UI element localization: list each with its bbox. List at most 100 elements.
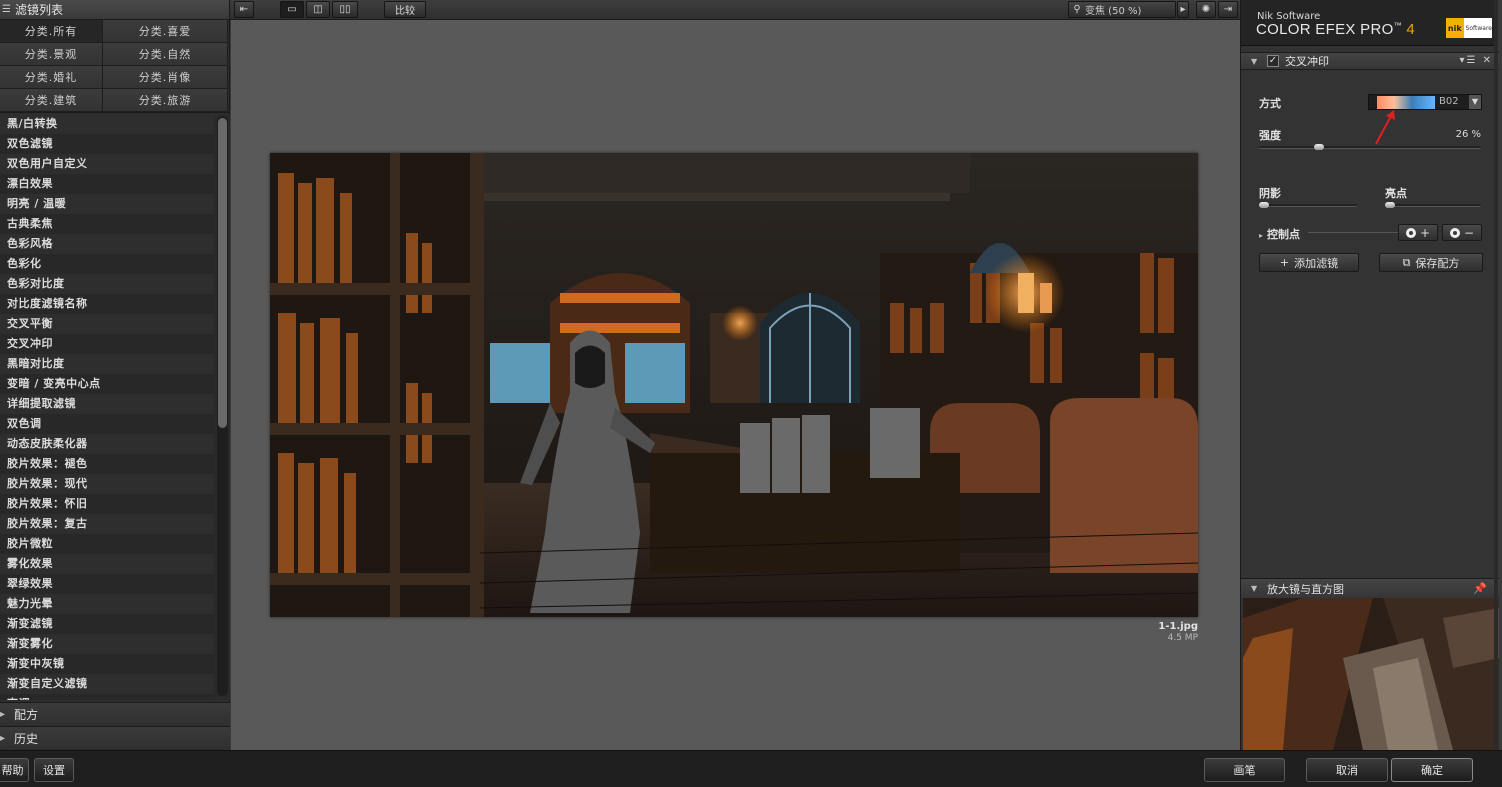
save-recipe-button[interactable]: ⧉ 保存配方: [1379, 253, 1483, 272]
filter-list-item[interactable]: 胶片效果：现代: [0, 474, 214, 494]
zoom-next-button[interactable]: ▸: [1177, 1, 1189, 18]
expand-icon: ▸: [0, 733, 6, 744]
split-view-button[interactable]: ◫: [306, 1, 330, 18]
category-travel-button[interactable]: 分类.旅游: [103, 89, 228, 112]
compare-button[interactable]: 比较: [384, 1, 426, 18]
filter-list-item[interactable]: 交叉平衡: [0, 314, 214, 334]
pin-icon[interactable]: 📌: [1473, 582, 1487, 595]
filter-controls-panel: Nik Software COLOR EFEX PRO™ 4 nik Softw…: [1240, 0, 1499, 750]
toggle-right-panel-button[interactable]: ⇥: [1218, 1, 1238, 18]
filter-list-item[interactable]: 交叉冲印: [0, 334, 214, 354]
collapse-arrow-icon[interactable]: ▼: [1251, 584, 1261, 593]
filter-header-controls[interactable]: ▾☰ ✕: [1459, 55, 1493, 66]
brush-button[interactable]: 画笔: [1204, 758, 1285, 782]
remove-control-point-button[interactable]: −: [1442, 224, 1482, 241]
plus-icon: +: [1419, 225, 1431, 240]
filter-menu-icon[interactable]: ▾☰: [1459, 55, 1477, 66]
category-grid: 分类.所有 分类.喜爱 分类.景观 分类.自然 分类.婚礼 分类.肖像 分类.建…: [0, 20, 229, 113]
control-points-section[interactable]: ▸ 控制点: [1259, 226, 1300, 242]
shadows-slider-knob[interactable]: [1259, 202, 1269, 208]
toggle-panel-button[interactable]: ⇤: [234, 1, 254, 18]
close-icon[interactable]: ✕: [1483, 55, 1493, 66]
category-favorites-button[interactable]: 分类.喜爱: [103, 20, 228, 43]
zoom-control[interactable]: ⚲ 变焦 (50 %): [1068, 1, 1176, 18]
right-panel-scrollbar[interactable]: [1494, 0, 1498, 750]
filter-list-item[interactable]: 渐变滤镜: [0, 614, 214, 634]
cancel-button[interactable]: 取消: [1306, 758, 1388, 782]
filter-list-item[interactable]: 双色滤镜: [0, 134, 214, 154]
category-portrait-button[interactable]: 分类.肖像: [103, 66, 228, 89]
strength-value: 26 %: [1455, 129, 1481, 140]
filter-list-header[interactable]: ☰ 滤镜列表: [0, 0, 229, 20]
chevron-down-icon[interactable]: ▼: [1469, 95, 1481, 109]
strength-slider-knob[interactable]: [1314, 144, 1324, 150]
filter-list-item[interactable]: 渐变雾化: [0, 634, 214, 654]
add-control-point-button[interactable]: +: [1398, 224, 1438, 241]
loupe-histogram-header[interactable]: ▼ 放大镜与直方图 📌: [1241, 578, 1499, 598]
filter-list-item[interactable]: 明亮 / 温暖: [0, 194, 214, 214]
filter-list-item[interactable]: 色彩对比度: [0, 274, 214, 294]
category-architecture-button[interactable]: 分类.建筑: [0, 89, 103, 112]
history-section[interactable]: ▸ 历史: [0, 726, 230, 750]
highlights-label: 亮点: [1385, 187, 1407, 200]
zoom-label: 变焦 (50 %): [1085, 6, 1142, 17]
save-recipe-icon: ⧉: [1402, 255, 1411, 269]
history-label: 历史: [14, 732, 39, 746]
filter-list-item[interactable]: 胶片效果：怀旧: [0, 494, 214, 514]
expand-icon: ▸: [0, 709, 6, 720]
filter-list-item[interactable]: 双色用户自定义: [0, 154, 214, 174]
loupe-preview[interactable]: [1243, 598, 1499, 750]
filter-list-item[interactable]: 古典柔焦: [0, 214, 214, 234]
filter-list-item[interactable]: 雾化效果: [0, 554, 214, 574]
category-nature-button[interactable]: 分类.自然: [103, 43, 228, 66]
active-filter-header[interactable]: ▼ ✓ 交叉冲印 ▾☰ ✕: [1241, 52, 1499, 70]
filter-list-item[interactable]: 黑暗对比度: [0, 354, 214, 374]
filter-list-scrollbar[interactable]: [217, 116, 228, 696]
brand-version: 4: [1406, 21, 1415, 38]
filter-list-item[interactable]: 详细提取滤镜: [0, 394, 214, 414]
help-button[interactable]: 帮助: [0, 758, 29, 782]
add-filter-button[interactable]: + 添加滤镜: [1259, 253, 1359, 272]
strength-slider[interactable]: [1259, 144, 1481, 150]
collapse-arrow-icon[interactable]: ▼: [1251, 57, 1261, 66]
filter-list-item[interactable]: 魅力光晕: [0, 594, 214, 614]
filter-list-item[interactable]: 色彩化: [0, 254, 214, 274]
filter-list-item[interactable]: 黑/白转换: [0, 114, 214, 134]
preview-image[interactable]: [270, 153, 1198, 617]
scrollbar-thumb[interactable]: [218, 118, 227, 428]
recipes-section[interactable]: ▸ 配方: [0, 702, 230, 726]
background-toggle-button[interactable]: ✺: [1196, 1, 1216, 18]
filter-list-item[interactable]: 高调: [0, 694, 214, 700]
minus-icon: −: [1463, 225, 1475, 240]
filter-list-item[interactable]: 色彩风格: [0, 234, 214, 254]
single-view-button[interactable]: ▭: [280, 1, 304, 18]
collapse-icon: ☰: [2, 4, 11, 15]
ok-button[interactable]: 确定: [1391, 758, 1473, 782]
settings-button[interactable]: 设置: [34, 758, 74, 782]
filter-list-item[interactable]: 胶片微粒: [0, 534, 214, 554]
side-by-side-view-button[interactable]: ▯▯: [332, 1, 358, 18]
filter-list-item[interactable]: 渐变中灰镜: [0, 654, 214, 674]
shadows-slider[interactable]: [1259, 202, 1357, 208]
category-all-button[interactable]: 分类.所有: [0, 20, 103, 43]
filter-list-item[interactable]: 对比度滤镜名称: [0, 294, 214, 314]
filter-list-item[interactable]: 翠绿效果: [0, 574, 214, 594]
highlights-slider[interactable]: [1385, 202, 1481, 208]
filter-list-item[interactable]: 渐变自定义滤镜: [0, 674, 214, 694]
search-icon: ⚲: [1073, 4, 1081, 15]
category-landscape-button[interactable]: 分类.景观: [0, 43, 103, 66]
brand-product: COLOR EFEX PRO™ 4: [1256, 21, 1415, 38]
filter-list-item[interactable]: 双色调: [0, 414, 214, 434]
plus-icon: +: [1279, 256, 1290, 269]
highlights-slider-knob[interactable]: [1385, 202, 1395, 208]
preview-canvas[interactable]: 1-1.jpg 4.5 MP: [231, 20, 1240, 750]
filter-enable-checkbox[interactable]: ✓: [1267, 55, 1279, 67]
filter-list-item[interactable]: 变暗 / 变亮中心点: [0, 374, 214, 394]
filter-list-item[interactable]: 动态皮肤柔化器: [0, 434, 214, 454]
category-wedding-button[interactable]: 分类.婚礼: [0, 66, 103, 89]
filter-list-item[interactable]: 胶片效果：褪色: [0, 454, 214, 474]
strength-label: 强度: [1259, 129, 1281, 142]
filter-list-item[interactable]: 胶片效果：复古: [0, 514, 214, 534]
filter-list-item[interactable]: 漂白效果: [0, 174, 214, 194]
nik-logo-mark: nik: [1446, 18, 1464, 38]
